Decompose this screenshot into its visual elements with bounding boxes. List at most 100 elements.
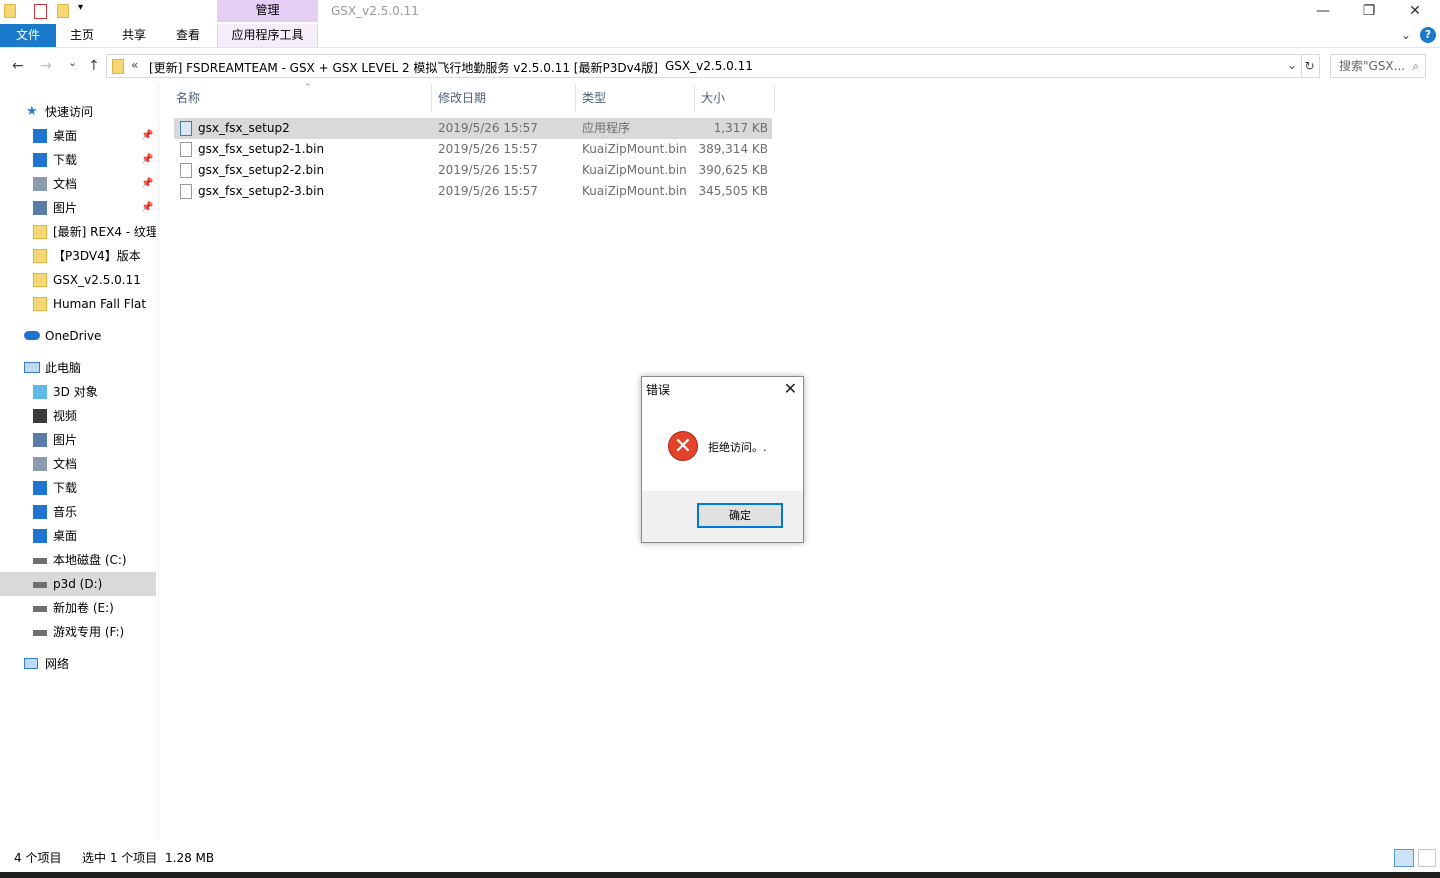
file-type: KuaiZipMount.bin bbox=[582, 184, 687, 198]
refresh-button[interactable]: ↻ bbox=[1300, 54, 1320, 78]
music-icon bbox=[33, 505, 47, 519]
nav-pc-item[interactable]: 音乐 bbox=[0, 500, 156, 524]
picture-icon bbox=[33, 433, 47, 447]
file-name: gsx_fsx_setup2-2.bin bbox=[198, 163, 325, 177]
folder-icon[interactable] bbox=[4, 4, 18, 18]
file-size: 1,317 KB bbox=[713, 121, 768, 135]
up-arrow-icon[interactable]: ↑ bbox=[88, 58, 100, 74]
search-icon: ⌕ bbox=[1412, 59, 1419, 73]
nav-quick-access[interactable]: ★ 快速访问 bbox=[0, 100, 156, 124]
breadcrumb-separator-icon[interactable]: › bbox=[649, 58, 654, 72]
file-row[interactable]: gsx_fsx_setup2 2019/5/26 15:57 应用程序 1,317 K… bbox=[174, 118, 772, 139]
nav-pc-item[interactable]: 游戏专用 (F:) bbox=[0, 620, 156, 644]
restore-button[interactable]: ❐ bbox=[1346, 0, 1392, 24]
nav-pc-item[interactable]: 文档 bbox=[0, 452, 156, 476]
tab-application-tools[interactable]: 应用程序工具 bbox=[217, 24, 318, 47]
document-icon bbox=[33, 457, 47, 471]
pin-icon: 📌 bbox=[141, 154, 154, 165]
video-icon bbox=[33, 409, 47, 423]
forward-arrow-icon[interactable]: → bbox=[40, 58, 52, 74]
manage-tab-header: 管理 bbox=[217, 0, 318, 22]
star-icon: ★ bbox=[26, 104, 38, 119]
nav-quick-item[interactable]: 图片 📌 bbox=[0, 196, 156, 220]
properties-icon[interactable] bbox=[34, 4, 47, 19]
column-header-date[interactable]: 修改日期 bbox=[432, 84, 576, 112]
search-input[interactable]: 搜索"GSX... ⌕ bbox=[1330, 54, 1426, 78]
file-date: 2019/5/26 15:57 bbox=[438, 121, 538, 135]
file-row[interactable]: gsx_fsx_setup2-1.bin 2019/5/26 15:57 KuaiZ… bbox=[174, 139, 772, 160]
column-header-name[interactable]: 名称 ⌃ bbox=[170, 83, 432, 112]
dialog-message: 拒绝访问。. bbox=[708, 441, 767, 454]
minimize-button[interactable]: — bbox=[1300, 0, 1346, 24]
file-icon bbox=[180, 184, 192, 199]
application-icon bbox=[180, 121, 192, 136]
ribbon-collapse-icon[interactable]: ⌄ bbox=[1398, 24, 1414, 47]
desktop-icon bbox=[33, 129, 47, 143]
nav-quick-item[interactable]: [最新] REX4 - 纹理 bbox=[0, 220, 156, 244]
overflow-chevrons-icon[interactable]: « bbox=[131, 58, 138, 72]
status-bar: 4 个项目 选中 1 个项目 1.28 MB bbox=[0, 848, 1440, 870]
cloud-icon bbox=[24, 331, 40, 340]
breadcrumb-parent[interactable]: [更新] FSDREAMTEAM - GSX + GSX LEVEL 2 模拟飞… bbox=[149, 59, 658, 76]
nav-pc-item[interactable]: p3d (D:) bbox=[0, 572, 156, 596]
nav-pc-item[interactable]: 桌面 bbox=[0, 524, 156, 548]
dialog-close-icon[interactable]: ✕ bbox=[784, 379, 797, 398]
nav-pc-item[interactable]: 3D 对象 bbox=[0, 380, 156, 404]
tab-share[interactable]: 共享 bbox=[116, 24, 152, 47]
nav-pc-item[interactable]: 新加卷 (E:) bbox=[0, 596, 156, 620]
nav-pc-item[interactable]: 视频 bbox=[0, 404, 156, 428]
nav-quick-item[interactable]: Human Fall Flat bbox=[0, 292, 156, 316]
file-type: KuaiZipMount.bin bbox=[582, 142, 687, 156]
help-icon[interactable]: ? bbox=[1420, 27, 1436, 43]
nav-pc-item[interactable]: 图片 bbox=[0, 428, 156, 452]
pane-divider[interactable] bbox=[158, 84, 159, 840]
file-row[interactable]: gsx_fsx_setup2-2.bin 2019/5/26 15:57 KuaiZ… bbox=[174, 160, 772, 181]
taskbar-edge bbox=[0, 872, 1440, 878]
file-icon bbox=[180, 163, 192, 178]
download-icon bbox=[33, 153, 47, 167]
nav-pc-item[interactable]: 下载 bbox=[0, 476, 156, 500]
file-size: 345,505 KB bbox=[698, 184, 768, 198]
nav-quick-item[interactable]: 下载 📌 bbox=[0, 148, 156, 172]
file-row[interactable]: gsx_fsx_setup2-3.bin 2019/5/26 15:57 KuaiZ… bbox=[174, 181, 772, 202]
close-window-button[interactable]: ✕ bbox=[1392, 0, 1438, 24]
nav-quick-item[interactable]: 桌面 📌 bbox=[0, 124, 156, 148]
address-dropdown-icon[interactable]: ⌄ bbox=[1287, 58, 1297, 72]
tab-view[interactable]: 查看 bbox=[170, 24, 206, 47]
ok-button[interactable]: 确定 bbox=[697, 503, 783, 528]
quick-access-dropdown-icon[interactable]: ▾ bbox=[78, 2, 92, 16]
error-dialog: 错误 ✕ ✕ 拒绝访问。. 确定 bbox=[641, 376, 804, 543]
document-icon bbox=[33, 177, 47, 191]
new-folder-icon[interactable] bbox=[57, 4, 71, 18]
drive-icon bbox=[33, 630, 47, 636]
column-header-size[interactable]: 大小 bbox=[695, 84, 775, 112]
back-arrow-icon[interactable]: ← bbox=[12, 58, 24, 74]
address-bar[interactable]: « [更新] FSDREAMTEAM - GSX + GSX LEVEL 2 模… bbox=[106, 54, 1302, 78]
file-name: gsx_fsx_setup2-3.bin bbox=[198, 184, 325, 198]
details-view-icon[interactable] bbox=[1394, 849, 1414, 867]
3d-objects-icon bbox=[33, 385, 47, 399]
nav-onedrive[interactable]: OneDrive bbox=[0, 324, 156, 348]
download-icon bbox=[33, 481, 47, 495]
nav-pc-item[interactable]: 本地磁盘 (C:) bbox=[0, 548, 156, 572]
large-icons-view-icon[interactable] bbox=[1418, 849, 1436, 867]
nav-this-pc[interactable]: 此电脑 bbox=[0, 356, 156, 380]
column-header-type[interactable]: 类型 bbox=[576, 84, 695, 112]
tab-file[interactable]: 文件 bbox=[0, 24, 56, 47]
sort-ascending-icon: ⌃ bbox=[304, 83, 312, 93]
nav-quick-item[interactable]: 文档 📌 bbox=[0, 172, 156, 196]
nav-network[interactable]: 网络 bbox=[0, 652, 156, 676]
nav-quick-item[interactable]: 【P3DV4】版本 bbox=[0, 244, 156, 268]
file-name: gsx_fsx_setup2 bbox=[198, 121, 290, 135]
drive-icon bbox=[33, 582, 47, 588]
pin-icon: 📌 bbox=[141, 178, 154, 189]
navigation-pane: ★ 快速访问 OneDrive 此电脑 网络 桌面 📌 下载 📌 文档 📌 图片 📌 [最新] … bbox=[0, 92, 158, 840]
file-size: 390,625 KB bbox=[698, 163, 768, 177]
item-count: 4 个项目 bbox=[14, 851, 62, 865]
drive-icon bbox=[33, 558, 47, 564]
nav-quick-item[interactable]: GSX_v2.5.0.11 bbox=[0, 268, 156, 292]
tab-home[interactable]: 主页 bbox=[64, 24, 100, 47]
breadcrumb-current[interactable]: GSX_v2.5.0.11 bbox=[665, 59, 753, 73]
dialog-title: 错误 bbox=[646, 383, 671, 397]
recent-locations-icon[interactable]: ⌄ bbox=[68, 56, 77, 69]
